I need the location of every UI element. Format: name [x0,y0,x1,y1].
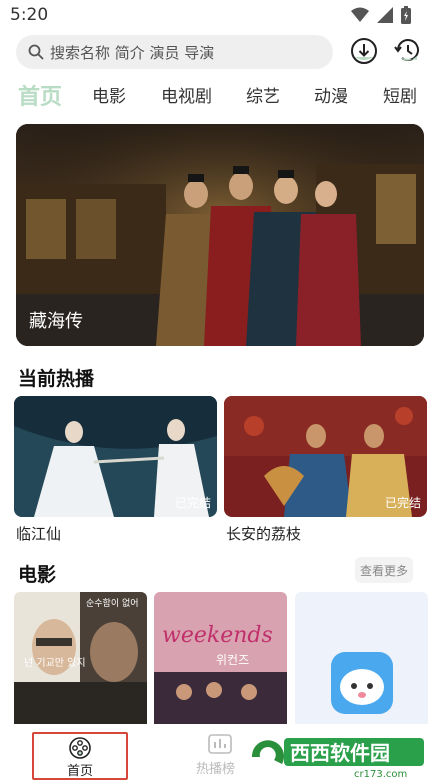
site-watermark-logo: 西西软件园 cr173.com [246,734,426,780]
signal-icon [377,7,393,23]
battery-icon [401,6,411,24]
show-title[interactable]: 临江仙 [16,523,61,544]
status-bar: 5:20 [0,0,441,30]
section-title-movies: 电影 [18,564,57,586]
history-icon[interactable] [393,36,423,66]
tab-home[interactable]: 首页 [18,79,62,111]
category-tabs: 首页 电影 电视剧 综艺 动漫 短剧 [0,80,441,112]
movie-poster[interactable]: weekends 위컨즈 [154,592,287,724]
tab-variety[interactable]: 综艺 [246,82,280,107]
poster-text-mid: 넌 기교만 있지 [24,657,86,669]
watermark-text: 西西软件园 [290,741,390,765]
watermark-url: cr173.com [354,769,407,780]
tab-movies[interactable]: 电影 [92,82,126,107]
show-card[interactable]: 已完结 [224,396,427,517]
nav-hot-label: 热播榜 [196,762,236,777]
wifi-icon [351,7,369,22]
nav-home[interactable]: 首页 [32,732,128,780]
banner-title: 藏海传 [29,311,83,332]
movie-poster[interactable] [295,592,428,724]
featured-banner[interactable]: 藏海传 [16,124,424,346]
nav-hot-list[interactable]: 热播榜 [196,734,246,778]
app-mascot-icon [331,652,393,714]
search-icon [28,44,44,60]
tab-tv[interactable]: 电视剧 [161,82,212,107]
tab-shorts[interactable]: 短剧 [383,82,417,107]
section-title-now-playing: 当前热播 [18,368,95,390]
show-title[interactable]: 长安的荔枝 [226,523,301,544]
poster-script-title: weekends [162,623,273,648]
nav-home-label: 首页 [66,764,93,779]
status-time: 5:20 [10,5,49,25]
chart-icon [208,734,232,754]
view-more-button[interactable]: 查看更多 [355,557,413,583]
tab-anime[interactable]: 动漫 [314,82,348,107]
search-input[interactable]: 搜索名称 简介 演员 导演 [16,35,333,69]
status-badge: 已完结 [384,496,421,510]
poster-text-top: 순수함이 없어 [86,598,139,609]
status-icons [351,6,411,24]
movie-poster-image: weekends 위컨즈 [154,592,287,724]
movie-poster[interactable]: 순수함이 없어 넌 기교만 있지 [14,592,147,724]
search-placeholder: 搜索名称 简介 演员 导演 [50,43,215,62]
download-icon[interactable] [349,36,379,66]
poster-korean-title: 위컨즈 [216,653,249,667]
status-badge: 已完结 [174,496,211,510]
movie-poster-image: 순수함이 없어 넌 기교만 있지 [14,592,147,724]
film-reel-icon [69,737,91,759]
show-card[interactable]: 已完结 [14,396,217,517]
